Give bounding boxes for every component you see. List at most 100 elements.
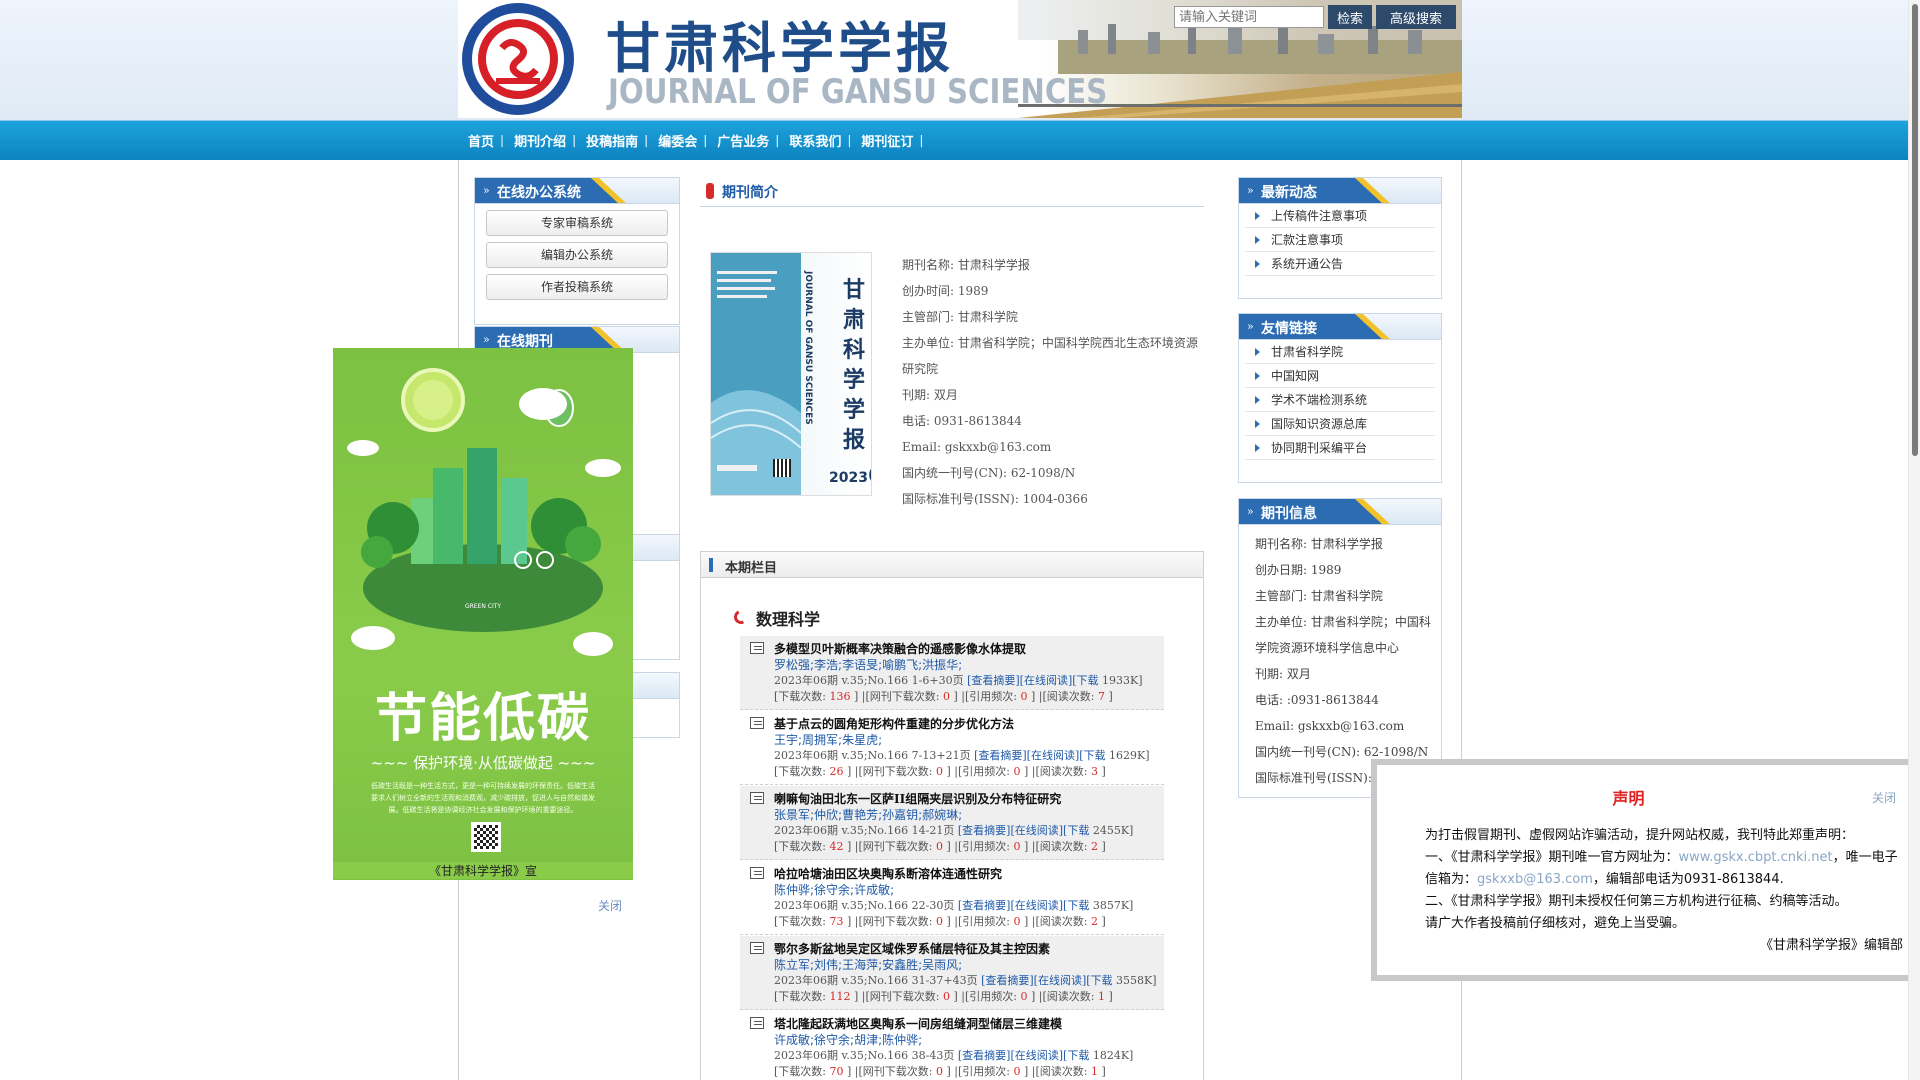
- news-item[interactable]: 汇款注意事项: [1245, 228, 1435, 252]
- article-title-link[interactable]: 多模型贝叶斯概率决策融合的遥感影像水体提取: [774, 640, 1026, 657]
- office-system-panel: » 在线办公系统 专家审稿系统 编辑办公系统 作者投稿系统: [474, 177, 680, 325]
- official-url-link[interactable]: www.gskx.cbpt.cnki.net: [1679, 850, 1833, 865]
- subject-heading: 数理科学: [756, 610, 821, 629]
- article-stats: [下载次数: 136 ] |[网刊下载次数: 0 ] |[引用频次: 0 ] |…: [774, 690, 1113, 703]
- news-item[interactable]: 上传稿件注意事项: [1245, 204, 1435, 228]
- info-founded: 创办时间: 1989: [902, 284, 989, 298]
- article-doc-icon: [750, 942, 764, 954]
- article-item: 鄂尔多斯盆地吴定区域侏罗系储层特征及其主控因素 陈立军;刘伟;王海萍;安鑫胜;吴雨…: [740, 936, 1164, 1010]
- nav-subscription[interactable]: 期刊征订: [859, 131, 919, 150]
- article-actions-link[interactable]: [查看摘要][在线阅读][下载: [958, 824, 1089, 837]
- cover-qr-code: [773, 459, 791, 477]
- article-actions-link[interactable]: [查看摘要][在线阅读][下载: [981, 974, 1112, 987]
- declaration-popup: 声明 关闭 为打击假冒期刊、虚假网站诈骗活动，提升网站权威，我刊特此郑重声明： …: [1371, 759, 1920, 981]
- ad-qr-code: [471, 822, 501, 852]
- article-authors: 张景军;仲欣;曹艳芳;孙嘉钥;郝婉琳;: [774, 808, 963, 822]
- article-stats: [下载次数: 112 ] |[网刊下载次数: 0 ] |[引用频次: 0 ] |…: [774, 990, 1113, 1003]
- link-item[interactable]: 中国知网: [1245, 364, 1435, 388]
- declaration-content: 声明 关闭 为打击假冒期刊、虚假网站诈骗活动，提升网站权威，我刊特此郑重声明： …: [1377, 765, 1914, 975]
- info-issn: 国际标准刊号(ISSN): 1004-0366: [902, 492, 1088, 506]
- nav-submission-guide[interactable]: 投稿指南: [584, 131, 644, 150]
- info-name: 期刊名称: 甘肃科学学报: [1255, 537, 1383, 551]
- link-item[interactable]: 学术不端检测系统: [1245, 388, 1435, 412]
- news-item[interactable]: 系统开通公告: [1245, 252, 1435, 276]
- green-city-label: GREEN CITY: [465, 603, 501, 610]
- article-title-link[interactable]: 基于点云的圆角矩形构件重建的分步优化方法: [774, 715, 1014, 732]
- article-title-link[interactable]: 哈拉哈塘油田区块奥陶系断溶体连通性研究: [774, 865, 1002, 882]
- search-button[interactable]: 检索: [1328, 5, 1372, 29]
- info-sponsor: 主办单位: 甘肃省科学院；中国科学院西北生态环境资源研究院: [902, 336, 1198, 376]
- article-stats: [下载次数: 70 ] |[网刊下载次数: 0 ] |[引用频次: 0 ] |[…: [774, 1065, 1106, 1078]
- editor-office-button[interactable]: 编辑办公系统: [486, 242, 668, 268]
- nav-separator: |: [644, 133, 649, 147]
- ad-headline: 节能低碳: [374, 689, 591, 749]
- info-email: Email: gskxxb@163.com: [902, 440, 1052, 454]
- official-email-link[interactable]: gskxxb@163.com: [1477, 872, 1593, 887]
- double-arrow-icon: »: [483, 184, 490, 197]
- article-authors: 许成敏;徐守余;胡津;陈仲骅;: [774, 1033, 923, 1047]
- advanced-search-button[interactable]: 高级搜索: [1376, 5, 1456, 29]
- article-actions-link[interactable]: [查看摘要][在线阅读][下载: [958, 1049, 1089, 1062]
- journal-info-body: 期刊名称: 甘肃科学学报 创办日期: 1989 主管部门: 甘肃省科学院 主办单…: [1239, 525, 1441, 791]
- info-frequency: 刊期: 双月: [902, 388, 958, 402]
- article-title-link[interactable]: 塔北隆起跃满地区奥陶系一间房组缝洞型储层三维建模: [774, 1015, 1062, 1032]
- author-submission-button[interactable]: 作者投稿系统: [486, 274, 668, 300]
- article-doc-icon: [750, 867, 764, 879]
- title-bar-icon: [709, 558, 713, 572]
- panel-title: 友情链接: [1261, 321, 1317, 337]
- journal-info-panel: » 期刊信息 期刊名称: 甘肃科学学报 创办日期: 1989 主管部门: 甘肃省…: [1238, 498, 1442, 798]
- expert-review-button[interactable]: 专家审稿系统: [486, 210, 668, 236]
- article-doc-icon: [750, 1017, 764, 1029]
- article-actions-link[interactable]: [查看摘要][在线阅读][下载: [967, 674, 1098, 687]
- nav-contact[interactable]: 联系我们: [787, 131, 847, 150]
- article-stats: [下载次数: 73 ] |[网刊下载次数: 0 ] |[引用频次: 0 ] |[…: [774, 915, 1106, 928]
- article-actions-link[interactable]: [查看摘要][在线阅读][下载: [958, 899, 1089, 912]
- page-scrollbar[interactable]: [1908, 0, 1920, 1080]
- panel-title: 在线办公系统: [497, 185, 581, 201]
- ad-body-text: 低碳生活既是一种生活方式，更是一种可持续发展的环保责任。低碳生活要求人们树立全新…: [371, 782, 595, 814]
- article-item: 哈拉哈塘油田区块奥陶系断溶体连通性研究 陈仲骅;徐守余;许成敏; 2023年06期 …: [740, 861, 1164, 935]
- nav-journal-intro[interactable]: 期刊介绍: [512, 131, 572, 150]
- journal-logo: [462, 3, 574, 115]
- nav-editorial-board[interactable]: 编委会: [656, 131, 703, 150]
- floating-ad-banner[interactable]: GREEN CITY 节能低碳 ~~~ 保护环境·从低碳做起 ~~~ 低碳生活既…: [333, 348, 633, 880]
- scrollbar-thumb[interactable]: [1912, 4, 1918, 456]
- declaration-close-link[interactable]: 关闭: [1872, 789, 1896, 806]
- article-stats: [下载次数: 42 ] |[网刊下载次数: 0 ] |[引用频次: 0 ] |[…: [774, 840, 1106, 853]
- article-item: 塔北隆起跃满地区奥陶系一间房组缝洞型储层三维建模 许成敏;徐守余;胡津;陈仲骅; 2…: [740, 1011, 1164, 1080]
- article-title-link[interactable]: 喇嘛甸油田北东一区萨II组隔夹层识别及分布特征研究: [774, 790, 1061, 807]
- nav-home[interactable]: 首页: [466, 131, 500, 150]
- search-input[interactable]: [1174, 6, 1324, 28]
- panel-title: 期刊信息: [1261, 506, 1317, 522]
- info-phone: 电话: 0931-8613844: [902, 414, 1022, 428]
- panel-header: 本期栏目: [701, 552, 1203, 578]
- ad-close-link[interactable]: 关闭: [598, 897, 622, 914]
- journal-cover-image[interactable]: JOURNAL OF GANSU SCIENCES 甘肃科学学报 20236: [710, 252, 872, 496]
- info-email: Email: gskxxb@163.com: [1255, 719, 1405, 733]
- article-title-link[interactable]: 鄂尔多斯盆地吴定区域侏罗系储层特征及其主控因素: [774, 940, 1050, 957]
- article-authors: 陈立军;刘伟;王海萍;安鑫胜;吴雨风;: [774, 958, 963, 972]
- article-meta: 2023年06期 v.35;No.166 31-37+43页 [查看摘要][在线…: [774, 974, 1157, 987]
- nav-advertising[interactable]: 广告业务: [715, 131, 775, 150]
- article-actions-link[interactable]: [查看摘要][在线阅读][下载: [974, 749, 1105, 762]
- article-meta: 2023年06期 v.35;No.166 22-30页 [查看摘要][在线阅读]…: [774, 899, 1134, 912]
- link-item[interactable]: 协同期刊采编平台: [1245, 436, 1435, 460]
- section-title: 期刊简介: [722, 185, 778, 201]
- declaration-body: 为打击假冒期刊、虚假网站诈骗活动，提升网站权威，我刊特此郑重声明： 一、《甘肃科…: [1395, 825, 1903, 957]
- nav-separator: |: [703, 133, 708, 147]
- declaration-item-2: 二、《甘肃科学学报》期刊未授权任何第三方机构进行征稿、约稿等活动。: [1425, 894, 1848, 909]
- link-item[interactable]: 甘肃省科学院: [1245, 340, 1435, 364]
- panel-title: 最新动态: [1261, 185, 1317, 201]
- panel-header: » 在线办公系统: [475, 178, 679, 204]
- ad-footer: 《甘肃科学学报》宣: [333, 862, 633, 879]
- article-meta: 2023年06期 v.35;No.166 1-6+30页 [查看摘要][在线阅读…: [774, 674, 1143, 687]
- article-authors: 陈仲骅;徐守余;许成敏;: [774, 883, 895, 897]
- ad-slogan: ~~~ 保护环境·从低碳做起 ~~~: [370, 754, 596, 772]
- journal-intro-header: 期刊简介: [700, 181, 1204, 207]
- title-bar-icon: [706, 183, 714, 199]
- info-cn: 国内统一刊号(CN): 62-1098/N: [902, 466, 1076, 480]
- declaration-title: 声明: [1612, 789, 1645, 808]
- link-item[interactable]: 国际知识资源总库: [1245, 412, 1435, 436]
- panel-header: » 最新动态: [1239, 178, 1441, 204]
- cover-issue: 20236: [829, 463, 871, 487]
